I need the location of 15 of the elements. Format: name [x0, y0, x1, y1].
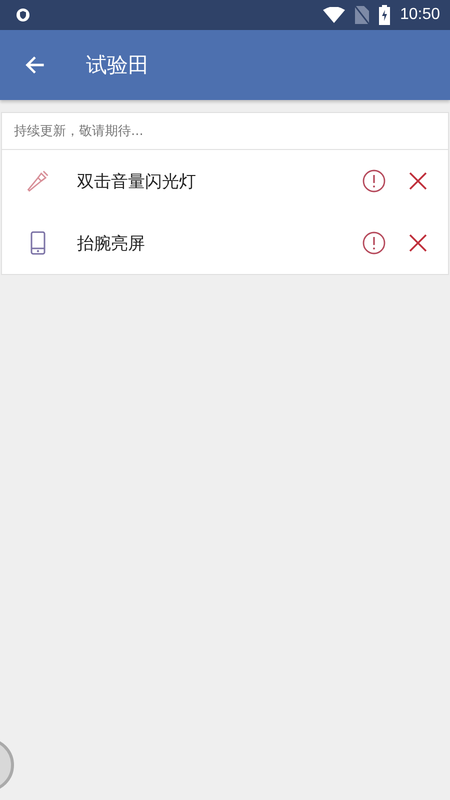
clock-time: 10:50: [400, 6, 440, 24]
shield-icon: [16, 8, 30, 22]
close-icon: [408, 171, 428, 191]
close-icon: [408, 233, 428, 253]
wifi-icon: [322, 7, 345, 23]
flashlight-icon: [25, 168, 51, 194]
no-sim-icon: [354, 6, 369, 24]
note-text: 持续更新，敬请期待...: [2, 113, 448, 150]
feature-label[interactable]: 双击音量闪光灯: [77, 170, 356, 192]
info-icon: [362, 169, 386, 193]
back-arrow-icon: [24, 54, 46, 76]
battery-icon: [378, 5, 390, 25]
feature-label[interactable]: 抬腕亮屏: [77, 232, 356, 254]
screen-title: 试验田: [86, 52, 149, 79]
info-icon: [362, 231, 386, 255]
